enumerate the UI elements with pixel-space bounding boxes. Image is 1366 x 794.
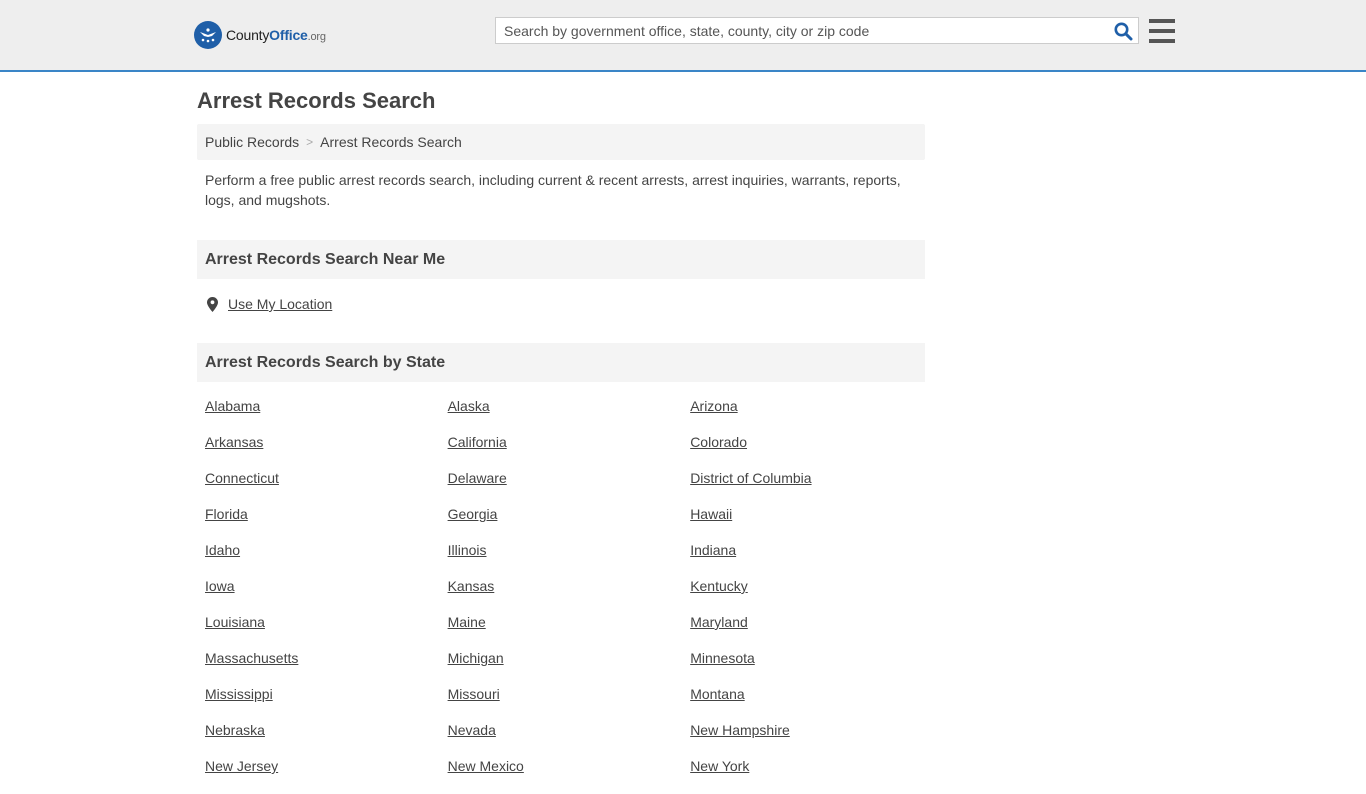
list-item: Minnesota [690,650,933,686]
state-link[interactable]: Nebraska [205,722,265,738]
state-list: Alabama Alaska Arizona Arkansas California Co… [205,398,933,794]
near-me-heading: Arrest Records Search Near Me [197,240,925,279]
state-link[interactable]: Florida [205,506,248,522]
state-link[interactable]: Idaho [205,542,240,558]
state-link[interactable]: Iowa [205,578,235,594]
list-item: Nebraska [205,722,448,758]
state-link[interactable]: Kentucky [690,578,748,594]
state-link[interactable]: Indiana [690,542,736,558]
list-item: Kansas [448,578,691,614]
list-item: Kentucky [690,578,933,614]
list-item: Louisiana [205,614,448,650]
list-item: New Jersey [205,758,448,794]
state-link[interactable]: California [448,434,507,450]
state-link[interactable]: Michigan [448,650,504,666]
list-item: Michigan [448,650,691,686]
breadcrumb-current[interactable]: Arrest Records Search [320,134,462,150]
list-item: Montana [690,686,933,722]
state-link[interactable]: New Hampshire [690,722,790,738]
list-item: Nevada [448,722,691,758]
state-link[interactable]: Minnesota [690,650,755,666]
use-my-location-link[interactable]: Use My Location [228,296,332,312]
state-link[interactable]: New York [690,758,749,774]
list-item: Arizona [690,398,933,434]
state-link[interactable]: Nevada [448,722,496,738]
state-link[interactable]: New Jersey [205,758,278,774]
hamburger-menu-icon[interactable] [1149,19,1175,43]
list-item: Maryland [690,614,933,650]
state-link[interactable]: Hawaii [690,506,732,522]
state-link[interactable]: Maine [448,614,486,630]
list-item: Colorado [690,434,933,470]
state-link[interactable]: Connecticut [205,470,279,486]
breadcrumb: Public Records > Arrest Records Search [197,124,925,160]
logo-office: Office [269,27,308,43]
list-item: Iowa [205,578,448,614]
intro-text: Perform a free public arrest records sea… [205,172,901,208]
breadcrumb-separator-icon: > [306,135,314,149]
state-link[interactable]: Missouri [448,686,500,702]
list-item: Florida [205,506,448,542]
list-item: District of Columbia [690,470,933,506]
search-icon [1114,22,1132,40]
list-item: Maine [448,614,691,650]
site-header: CountyOffice.org [0,0,1366,72]
state-link[interactable]: Kansas [448,578,495,594]
list-item: Connecticut [205,470,448,506]
state-link[interactable]: Delaware [448,470,507,486]
search-input[interactable] [496,18,1106,43]
page-title: Arrest Records Search [197,88,436,113]
logo-text: CountyOffice.org [226,27,326,43]
breadcrumb-public-records[interactable]: Public Records [205,134,299,150]
state-link[interactable]: Louisiana [205,614,265,630]
state-link[interactable]: Alabama [205,398,260,414]
list-item: California [448,434,691,470]
by-state-heading: Arrest Records Search by State [197,343,925,382]
state-link[interactable]: Arkansas [205,434,263,450]
list-item: Hawaii [690,506,933,542]
state-link[interactable]: Alaska [448,398,490,414]
logo-tld: .org [307,31,326,43]
list-item: Georgia [448,506,691,542]
search-button[interactable] [1112,21,1134,41]
list-item: New Mexico [448,758,691,794]
list-item: Massachusetts [205,650,448,686]
map-marker-icon [207,296,218,312]
search-bar [495,17,1139,44]
state-link[interactable]: Mississippi [205,686,273,702]
site-logo[interactable]: CountyOffice.org [194,20,326,50]
list-item: New York [690,758,933,794]
state-link[interactable]: Illinois [448,542,487,558]
list-item: Idaho [205,542,448,578]
list-item: Alabama [205,398,448,434]
list-item: Alaska [448,398,691,434]
list-item: Mississippi [205,686,448,722]
list-item: Delaware [448,470,691,506]
logo-county: County [226,27,270,43]
state-link[interactable]: Georgia [448,506,498,522]
state-link[interactable]: New Mexico [448,758,524,774]
state-link[interactable]: District of Columbia [690,470,811,486]
list-item: Indiana [690,542,933,578]
state-link[interactable]: Massachusetts [205,650,298,666]
list-item: Missouri [448,686,691,722]
use-my-location: Use My Location [207,296,332,312]
eagle-stars-icon [194,21,222,49]
state-link[interactable]: Maryland [690,614,748,630]
list-item: Illinois [448,542,691,578]
list-item: Arkansas [205,434,448,470]
state-link[interactable]: Montana [690,686,744,702]
state-link[interactable]: Arizona [690,398,737,414]
list-item: New Hampshire [690,722,933,758]
state-link[interactable]: Colorado [690,434,747,450]
